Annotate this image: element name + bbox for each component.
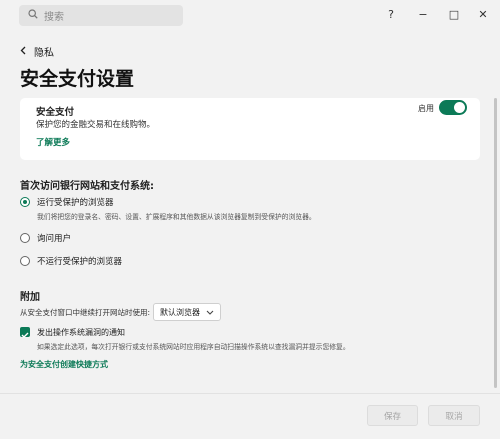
- search-input[interactable]: 搜索: [19, 5, 183, 26]
- learn-more-link[interactable]: 了解更多: [36, 136, 70, 148]
- notify-vulnerability-option[interactable]: 发出操作系统漏洞的通知 如果选定此选项，每次打开银行或支付系统网站时应用程序自动…: [20, 327, 350, 351]
- search-placeholder: 搜索: [44, 12, 64, 23]
- notify-label: 发出操作系统漏洞的通知: [37, 328, 125, 337]
- additional-title: 附加: [20, 292, 40, 303]
- open-with-label: 从安全支付窗口中继续打开网站时使用:: [20, 307, 151, 317]
- save-button[interactable]: 保存: [367, 405, 418, 426]
- first-visit-title: 首次访问银行网站和支付系统:: [20, 181, 154, 192]
- breadcrumb-label: 隐私: [34, 48, 54, 59]
- open-with-row: 从安全支付窗口中继续打开网站时使用: 默认浏览器: [20, 303, 222, 321]
- notify-checkbox[interactable]: [20, 327, 30, 338]
- maximize-button[interactable]: □: [446, 8, 462, 21]
- radio-run-protected-browser[interactable]: 运行受保护的浏览器 我们将把您的登录名、密码、设置、扩展程序和其他数据从该浏览器…: [20, 196, 316, 221]
- card-description: 保护您的金融交易和在线购物。: [36, 120, 156, 130]
- top-bar: 搜索 ? − □ ✕: [0, 0, 500, 32]
- page-title: 安全支付设置: [20, 68, 135, 90]
- chevron-down-icon: [200, 308, 214, 317]
- radio-button[interactable]: [20, 197, 30, 207]
- create-shortcut-link[interactable]: 为安全支付创建快捷方式: [20, 359, 108, 370]
- radio-label: 不运行受保护的浏览器: [37, 257, 123, 267]
- chevron-left-icon: [20, 46, 34, 58]
- footer-bar: 保存 取消: [0, 393, 500, 439]
- search-icon: [28, 9, 44, 22]
- help-button[interactable]: ?: [383, 8, 399, 21]
- close-button[interactable]: ✕: [475, 8, 491, 21]
- breadcrumb-back[interactable]: 隐私: [20, 44, 54, 59]
- safe-payment-toggle[interactable]: [439, 100, 467, 115]
- radio-ask-user[interactable]: 询问用户: [20, 232, 71, 244]
- browser-select[interactable]: 默认浏览器: [153, 303, 222, 321]
- checkmark-icon: [21, 323, 29, 342]
- card-title: 安全支付: [36, 107, 75, 118]
- toggle-knob: [454, 102, 465, 113]
- radio-label: 询问用户: [37, 234, 72, 244]
- toggle-label: 启用: [418, 104, 434, 113]
- safe-payment-card: 安全支付 保护您的金融交易和在线购物。 了解更多 启用: [20, 98, 480, 160]
- notify-description: 如果选定此选项，每次打开银行或支付系统网站时应用程序自动扫描操作系统以查找漏洞并…: [37, 343, 350, 351]
- radio-label: 运行受保护的浏览器: [37, 198, 114, 208]
- minimize-button[interactable]: −: [415, 8, 431, 21]
- cancel-button[interactable]: 取消: [428, 405, 480, 426]
- browser-select-value: 默认浏览器: [160, 307, 201, 317]
- radio-button[interactable]: [20, 233, 30, 243]
- radio-button[interactable]: [20, 256, 30, 266]
- radio-description: 我们将把您的登录名、密码、设置、扩展程序和其他数据从该浏览器复制到受保护的浏览器…: [37, 213, 316, 221]
- radio-do-not-run[interactable]: 不运行受保护的浏览器: [20, 255, 122, 267]
- scrollbar[interactable]: [494, 98, 497, 388]
